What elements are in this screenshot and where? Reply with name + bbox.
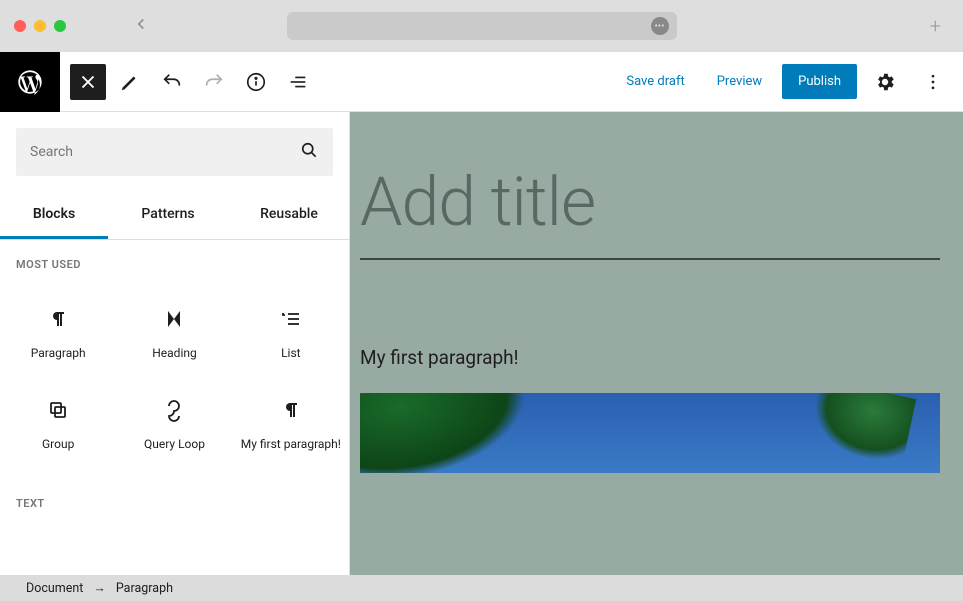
browser-chrome: ••• +: [0, 0, 963, 52]
breadcrumb-current[interactable]: Paragraph: [116, 581, 173, 596]
title-underline: [360, 258, 940, 260]
editor-toolbar: Save draft Preview Publish: [0, 52, 963, 112]
breadcrumb-document[interactable]: Document: [26, 581, 83, 596]
inserter-tabs: Blocks Patterns Reusable: [0, 192, 349, 240]
block-my-first-paragraph-label: My first paragraph!: [241, 436, 341, 453]
wordpress-logo[interactable]: [0, 52, 60, 112]
canvas-inner: Add title My first paragraph!: [350, 112, 963, 473]
block-group-label: Group: [42, 436, 74, 453]
editor-canvas[interactable]: Add title My first paragraph!: [350, 112, 963, 575]
publish-button[interactable]: Publish: [782, 64, 857, 99]
editor-main: Blocks Patterns Reusable MOST USED Parag…: [0, 112, 963, 575]
section-text: TEXT: [0, 479, 349, 520]
tab-blocks[interactable]: Blocks: [0, 192, 108, 239]
block-group[interactable]: Group: [0, 380, 116, 471]
block-query-loop[interactable]: Query Loop: [116, 380, 232, 471]
palm-decoration: [804, 393, 916, 468]
details-button[interactable]: [238, 64, 274, 100]
block-heading[interactable]: Heading: [116, 289, 232, 380]
tools-button[interactable]: [112, 64, 148, 100]
tab-patterns[interactable]: Patterns: [108, 192, 228, 239]
search-wrap: [0, 112, 349, 192]
post-title-input[interactable]: Add title: [360, 162, 953, 242]
image-block[interactable]: [360, 393, 940, 473]
url-options-icon[interactable]: •••: [651, 17, 669, 35]
section-most-used: MOST USED: [0, 240, 349, 281]
block-inserter-panel: Blocks Patterns Reusable MOST USED Parag…: [0, 112, 350, 575]
outline-button[interactable]: [280, 64, 316, 100]
settings-button[interactable]: [865, 62, 905, 102]
tab-reusable[interactable]: Reusable: [228, 192, 350, 239]
palm-decoration: [360, 393, 535, 473]
chevron-right-icon: →: [93, 581, 106, 596]
search-icon[interactable]: [299, 140, 319, 164]
search-box: [16, 128, 333, 176]
browser-url-bar[interactable]: •••: [287, 12, 677, 40]
block-query-loop-label: Query Loop: [144, 436, 205, 453]
minimize-window-button[interactable]: [34, 20, 46, 32]
block-paragraph-label: Paragraph: [31, 345, 86, 362]
search-input[interactable]: [30, 144, 299, 160]
maximize-window-button[interactable]: [54, 20, 66, 32]
block-heading-label: Heading: [152, 345, 197, 362]
paragraph-block[interactable]: My first paragraph!: [360, 346, 953, 369]
block-list[interactable]: List: [233, 289, 349, 380]
browser-new-tab-button[interactable]: +: [930, 14, 941, 38]
block-grid-most-used: Paragraph Heading List Group Query Loop …: [0, 281, 349, 479]
save-draft-button[interactable]: Save draft: [614, 64, 696, 99]
toolbar-right-group: Save draft Preview Publish: [614, 62, 953, 102]
block-paragraph[interactable]: Paragraph: [0, 289, 116, 380]
preview-button[interactable]: Preview: [705, 64, 774, 99]
block-list-label: List: [281, 345, 301, 362]
undo-button[interactable]: [154, 64, 190, 100]
close-window-button[interactable]: [14, 20, 26, 32]
redo-button[interactable]: [196, 64, 232, 100]
toolbar-left-group: [70, 64, 316, 100]
toggle-inserter-button[interactable]: [70, 64, 106, 100]
traffic-lights: [14, 20, 66, 32]
breadcrumb: Document → Paragraph: [0, 575, 963, 601]
block-my-first-paragraph[interactable]: My first paragraph!: [233, 380, 349, 471]
more-options-button[interactable]: [913, 62, 953, 102]
browser-back-button[interactable]: [132, 15, 150, 37]
